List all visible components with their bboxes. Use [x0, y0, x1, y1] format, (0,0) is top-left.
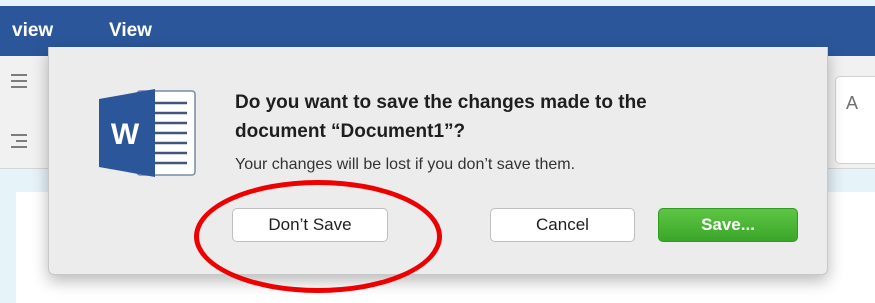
- indent-icon[interactable]: [8, 130, 30, 152]
- styles-gallery[interactable]: A: [835, 76, 875, 164]
- save-button[interactable]: Save...: [658, 208, 798, 242]
- list-icon[interactable]: [8, 70, 30, 92]
- cancel-button[interactable]: Cancel: [490, 208, 635, 242]
- tab-review[interactable]: view: [12, 20, 53, 42]
- dialog-title: Do you want to save the changes made to …: [235, 88, 795, 146]
- dont-save-button[interactable]: Don’t Save: [232, 208, 388, 242]
- tab-view[interactable]: View: [109, 20, 152, 42]
- dialog-title-line2: document “Document1”?: [235, 121, 466, 142]
- dialog-title-line1: Do you want to save the changes made to …: [235, 92, 647, 113]
- dialog-message: Your changes will be lost if you don’t s…: [235, 156, 576, 173]
- word-app-icon: W: [99, 89, 196, 177]
- save-changes-dialog: W Do you want to save the changes made t…: [48, 47, 828, 275]
- word-icon-letter: W: [111, 118, 140, 151]
- style-glyph: A: [846, 93, 859, 113]
